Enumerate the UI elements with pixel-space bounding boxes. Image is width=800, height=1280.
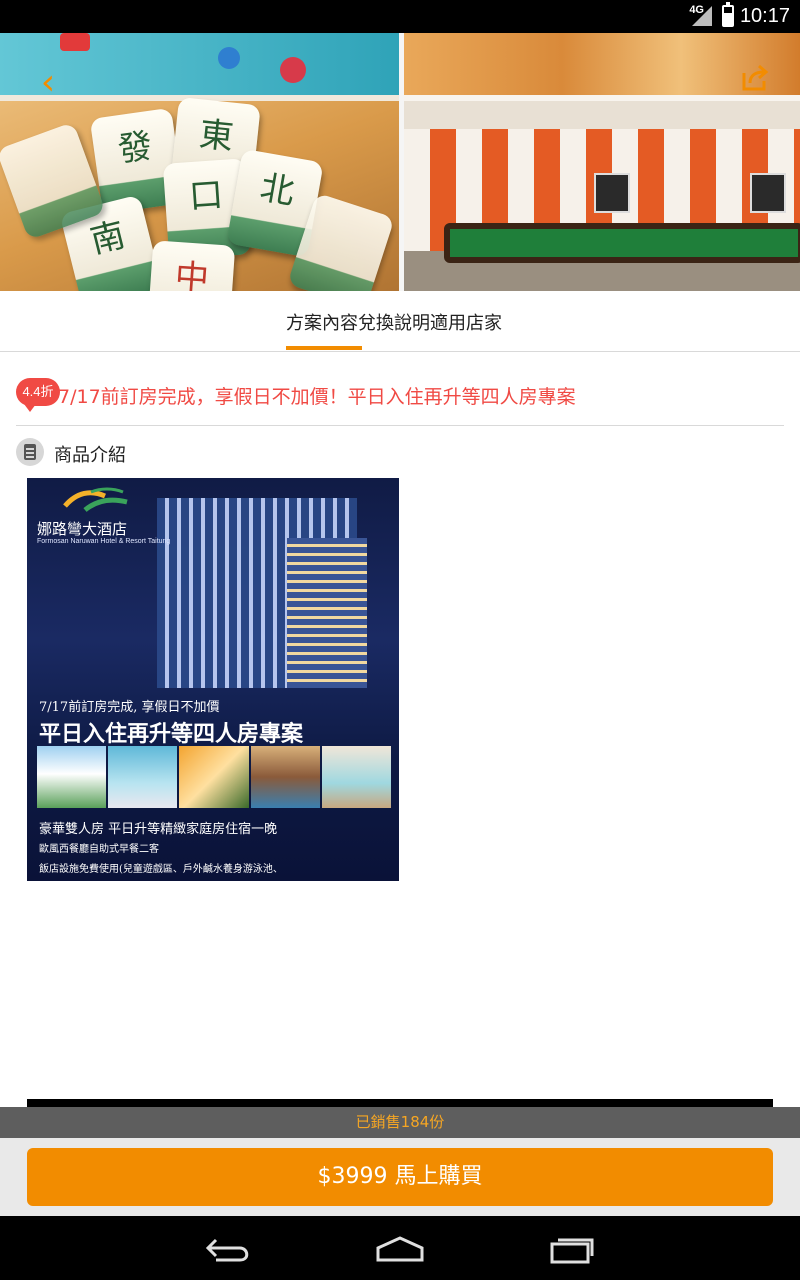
hotel-logo — [63, 487, 128, 512]
image-edge — [27, 1099, 773, 1107]
nav-recent-icon[interactable] — [546, 1232, 598, 1266]
hotel-name-en: Formosan Naruwan Hotel & Resort Taitung — [37, 538, 171, 545]
active-tab-indicator — [286, 346, 362, 350]
navigation-bar — [0, 1216, 800, 1280]
promo-line-3: 飯店設施免費使用(兒童遊戲區、戶外鹹水養身游泳池、 — [39, 864, 283, 875]
battery-icon — [722, 2, 734, 27]
sold-count: 已銷售184份 — [355, 1113, 445, 1131]
product-title-row: 4.4折 7/17前訂房完成，享假日不加價！平日入住再升等四人房專案 — [16, 372, 786, 424]
tab-redemption[interactable]: 兌換說明 — [358, 309, 430, 335]
divider — [16, 425, 784, 426]
document-icon — [16, 438, 44, 466]
section-title: 商品介紹 — [54, 445, 126, 466]
tab-plan-content[interactable]: 方案內容 — [286, 309, 358, 335]
promo-image: 娜路彎大酒店 Formosan Naruwan Hotel & Resort T… — [27, 478, 399, 881]
buy-now-button[interactable]: $3999 馬上購買 — [27, 1148, 773, 1206]
pool-table — [444, 223, 800, 263]
mahjong-tile: 中 — [146, 240, 236, 291]
discount-badge: 4.4折 — [16, 378, 60, 412]
nav-home-icon[interactable] — [372, 1232, 428, 1266]
hotel-name: 娜路彎大酒店 — [37, 520, 128, 538]
promo-line-2: 歐風西餐廳自助式早餐二客 — [39, 844, 159, 855]
share-icon[interactable] — [740, 63, 770, 93]
back-arrow-icon[interactable]: ‹ — [28, 63, 68, 103]
status-time: 10:17 — [739, 5, 790, 27]
tab-bar: 方案內容 兌換說明 適用店家 — [0, 291, 800, 352]
status-bar: 4G 10:17 — [0, 0, 800, 33]
sold-count-bar: 已銷售184份 — [0, 1107, 800, 1138]
promo-photo-strip — [37, 746, 392, 808]
promo-subtitle: 7/17前訂房完成, 享假日不加價 — [39, 700, 220, 715]
promo-headline: 平日入住再升等四人房專案 — [39, 721, 304, 747]
tab-stores[interactable]: 適用店家 — [430, 309, 502, 335]
screen: 4G 10:17 發 東 口 北 南 中 ‹ 方案內容 兌換說明 適用店家 4.… — [0, 0, 800, 1280]
signal-icon — [692, 6, 712, 26]
promo-line-1: 豪華雙人房 平日升等精緻家庭房住宿一晚 — [39, 822, 278, 837]
nav-back-icon[interactable] — [202, 1232, 256, 1266]
buy-area: $3999 馬上購買 — [0, 1138, 800, 1216]
hero-image: 發 東 口 北 南 中 ‹ — [0, 33, 800, 291]
product-title: 7/17前訂房完成，享假日不加價！平日入住再升等四人房專案 — [58, 386, 576, 408]
